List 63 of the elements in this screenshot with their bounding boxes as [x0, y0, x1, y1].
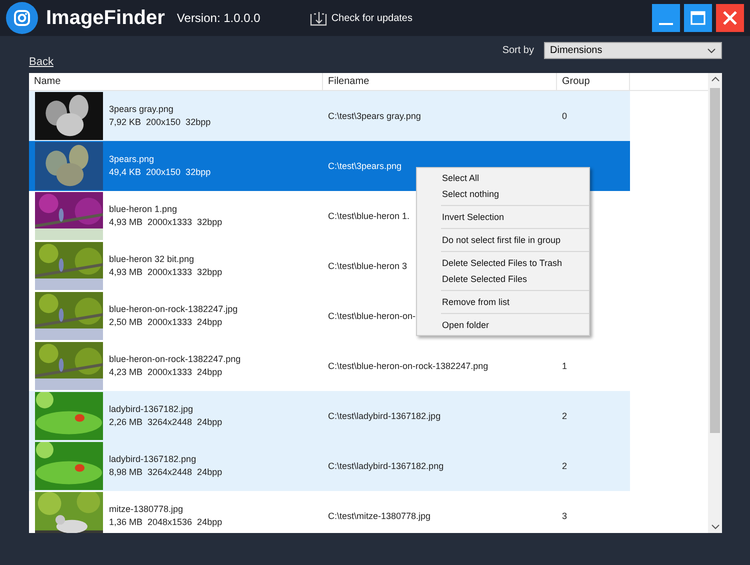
file-name: ladybird-1367182.jpg — [109, 403, 194, 416]
menu-item[interactable]: Select All — [417, 170, 589, 186]
file-row[interactable]: 3pears gray.png 7,92 KB 200x150 32bpp C:\test\3pears gray.png 0 — [29, 91, 630, 141]
file-path: C:\test\blue-heron 3 — [328, 261, 408, 271]
file-details: 4,23 MB 2000x1333 24bpp — [109, 366, 224, 379]
scroll-down-icon[interactable] — [710, 524, 720, 530]
file-details: 7,92 KB 200x150 32bpp — [109, 116, 212, 129]
menu-item[interactable]: Delete Selected Files to Trash — [441, 255, 589, 271]
file-name: blue-heron-on-rock-1382247.png — [109, 353, 242, 366]
version-text: Version: 1.0.0.0 — [176, 11, 260, 25]
file-path: C:\test\3pears.png — [328, 161, 402, 171]
file-name: blue-heron 32 bit.png — [109, 253, 196, 266]
file-details: 49,4 KB 200x150 32bpp — [109, 166, 212, 179]
group-number: 2 — [562, 411, 568, 421]
maximize-icon — [690, 10, 706, 26]
download-icon — [310, 10, 328, 26]
sort-dropdown[interactable]: Dimensions — [544, 42, 722, 59]
file-name: blue-heron 1.png — [109, 203, 178, 216]
column-header[interactable]: Filename — [323, 73, 557, 90]
group-number: 0 — [562, 111, 568, 121]
minimize-button[interactable] — [652, 4, 680, 32]
sort-label: Sort by — [502, 45, 534, 56]
file-details: 2,50 MB 2000x1333 24bpp — [109, 316, 224, 329]
check-updates-button[interactable]: Check for updates — [310, 10, 412, 26]
file-details: 4,93 MB 2000x1333 32bpp — [109, 266, 224, 279]
file-details: 2,26 MB 3264x2448 24bpp — [109, 416, 224, 429]
file-path: C:\test\mitze-1380778.jpg — [328, 511, 431, 521]
file-details: 1,36 MB 2048x1536 24bpp — [109, 516, 224, 529]
file-path: C:\test\blue-heron-on- — [328, 311, 416, 321]
column-header[interactable]: Group — [557, 73, 630, 90]
group-number: 3 — [562, 511, 568, 521]
close-button[interactable] — [716, 4, 744, 32]
menu-item[interactable]: Open folder — [441, 317, 589, 333]
file-path: C:\test\blue-heron-on-rock-1382247.png — [328, 361, 488, 371]
menu-item[interactable]: Invert Selection — [441, 209, 589, 225]
chevron-down-icon — [707, 48, 716, 54]
file-row[interactable]: ladybird-1367182.png 8,98 MB 3264x2448 24bpp C:\test\ladybird-1367182.png 2 — [29, 441, 630, 491]
file-name: mitze-1380778.jpg — [109, 503, 184, 516]
minimize-icon — [659, 23, 673, 25]
file-path: C:\test\3pears gray.png — [328, 111, 421, 121]
file-path: C:\test\ladybird-1367182.jpg — [328, 411, 441, 421]
scroll-up-icon[interactable] — [710, 76, 720, 82]
file-details: 4,93 MB 2000x1333 32bpp — [109, 216, 224, 229]
camera-logo-icon — [6, 2, 38, 34]
maximize-button[interactable] — [684, 4, 712, 32]
menu-item[interactable]: Delete Selected Files — [441, 271, 589, 287]
file-details: 8,98 MB 3264x2448 24bpp — [109, 466, 224, 479]
group-number: 2 — [562, 461, 568, 471]
window-title: ImageFinder — [46, 6, 165, 30]
file-path: C:\test\ladybird-1367182.png — [328, 461, 444, 471]
file-name: blue-heron-on-rock-1382247.jpg — [109, 303, 239, 316]
file-row[interactable]: ladybird-1367182.jpg 2,26 MB 3264x2448 24bpp C:\test\ladybird-1367182.jpg 2 — [29, 391, 630, 441]
file-name: 3pears.png — [109, 153, 156, 166]
menu-item[interactable]: Remove from list — [441, 294, 589, 310]
file-name: ladybird-1367182.png — [109, 453, 198, 466]
scrollbar[interactable] — [708, 73, 722, 533]
group-number: 1 — [562, 361, 568, 371]
file-name: 3pears gray.png — [109, 103, 174, 116]
close-icon — [722, 10, 738, 26]
back-link[interactable]: Back — [29, 56, 54, 68]
column-header[interactable]: Name — [29, 73, 323, 90]
menu-item[interactable]: Do not select first file in group — [441, 232, 589, 248]
file-path: C:\test\blue-heron 1. — [328, 211, 410, 221]
